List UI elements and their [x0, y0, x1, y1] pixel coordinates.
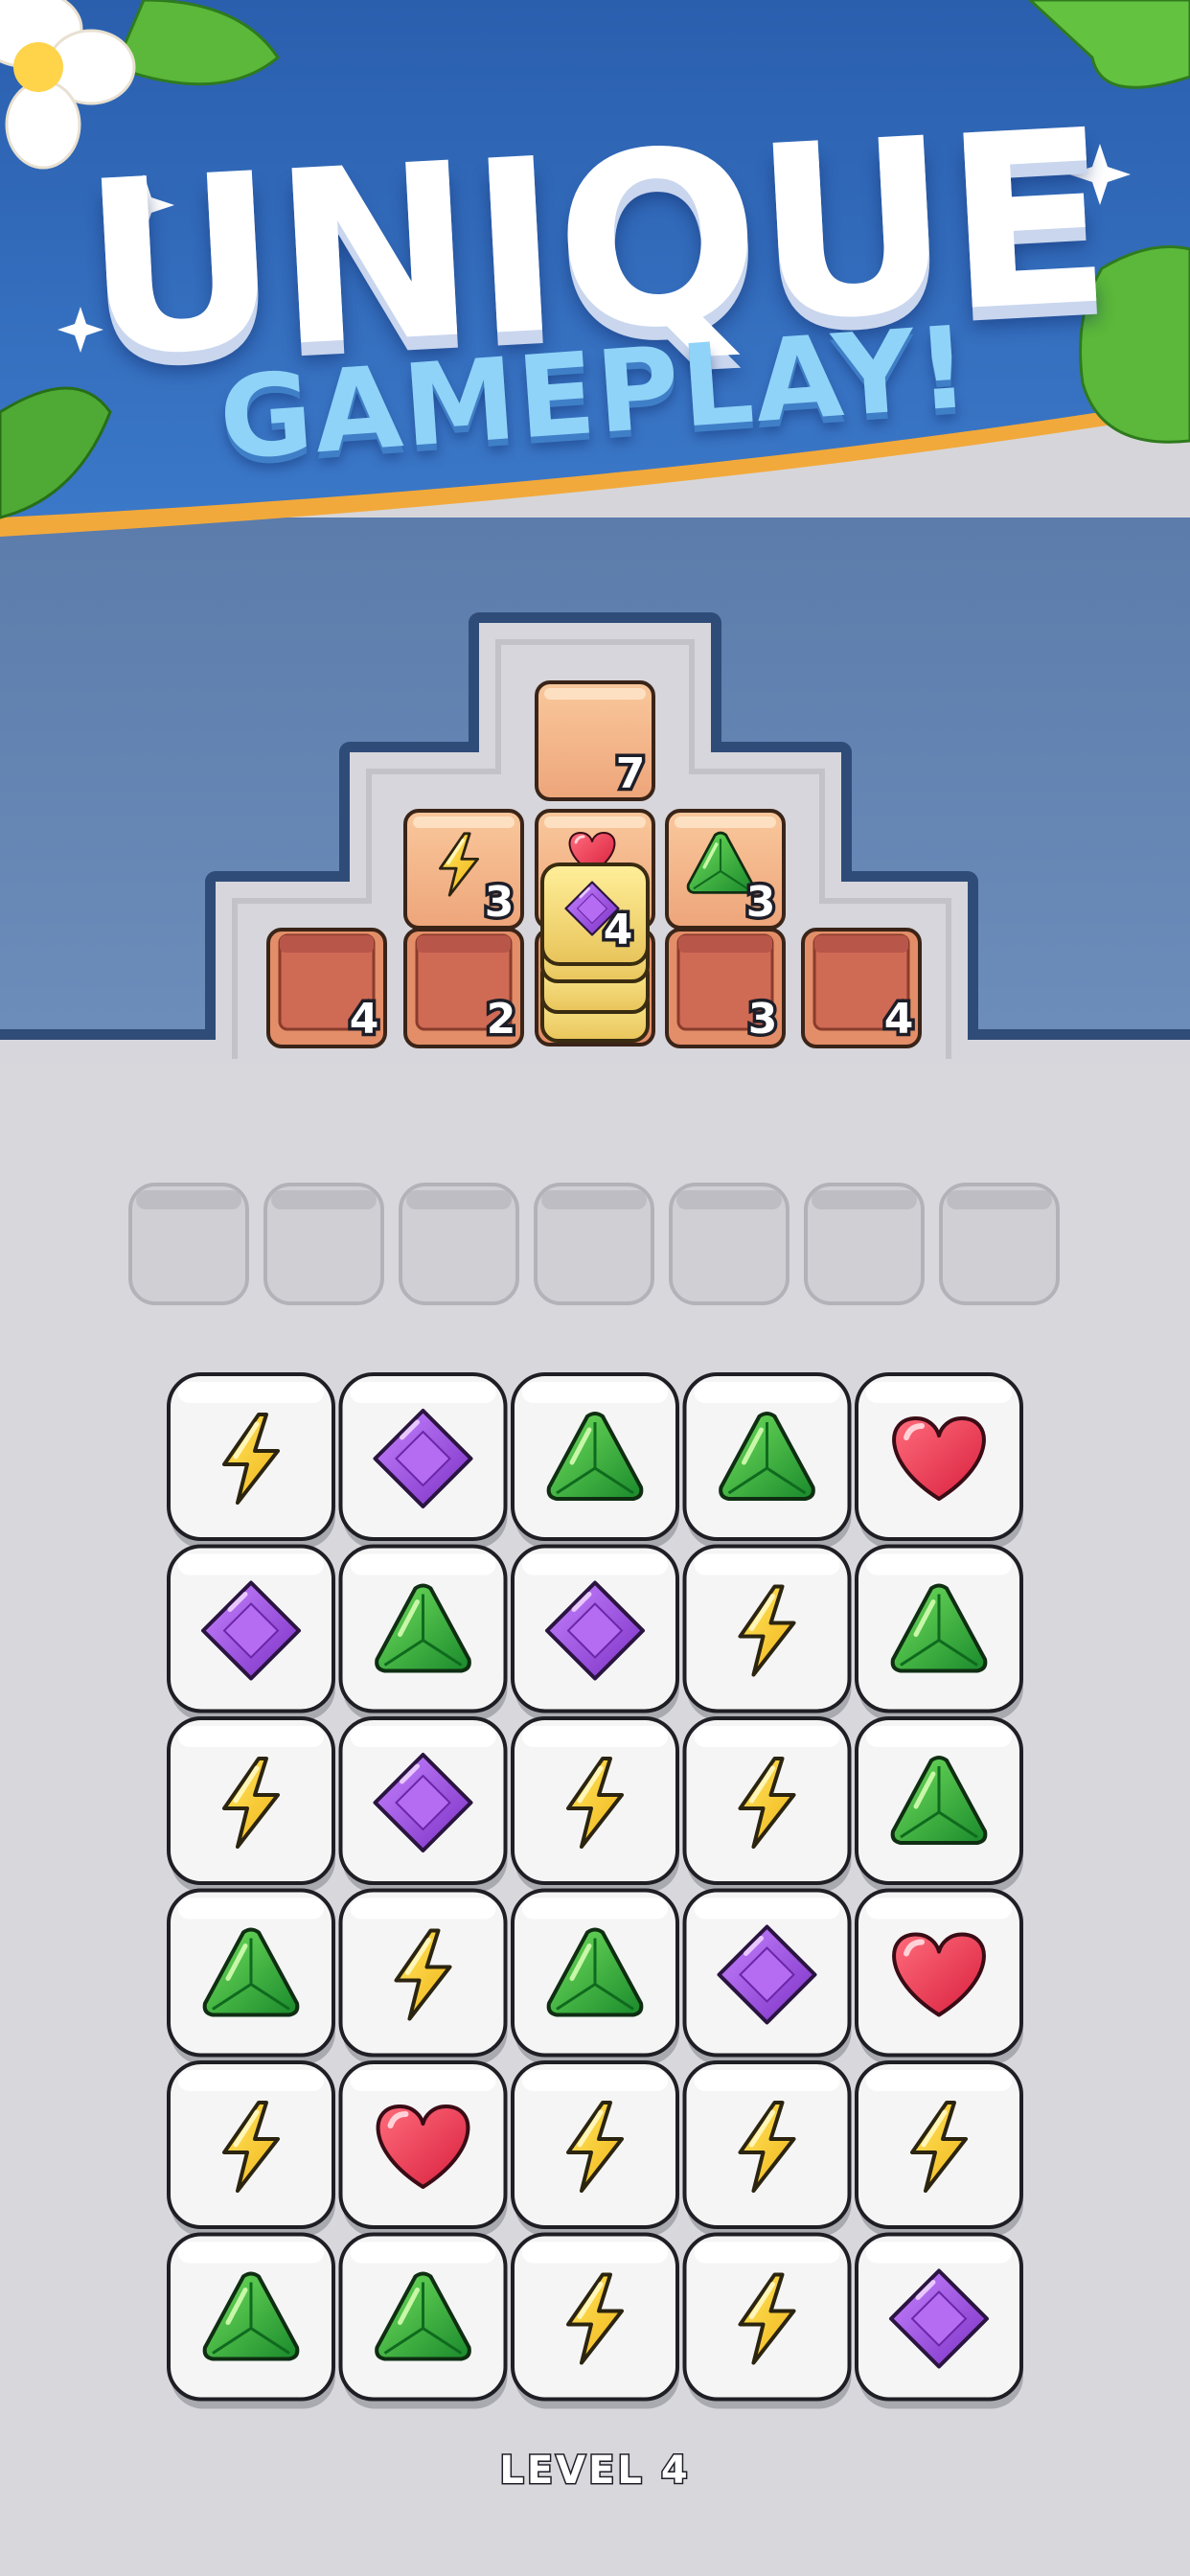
tile-emerald[interactable] — [511, 1372, 679, 1549]
tile-bolt[interactable] — [682, 2060, 852, 2237]
tile-emerald[interactable] — [855, 1544, 1023, 1721]
stack-bottom[interactable]: 2 — [403, 928, 524, 1048]
stack-bottom[interactable]: 4 — [801, 928, 922, 1048]
tile-diamond[interactable] — [511, 1544, 679, 1721]
tile-emerald[interactable] — [338, 1544, 508, 1721]
tile-bolt[interactable] — [167, 2060, 335, 2237]
tile-heart[interactable] — [855, 1888, 1023, 2065]
stack-middle-center[interactable]: 4 — [535, 862, 655, 1046]
stack-count: 3 — [485, 878, 515, 927]
tray-slot-shadow — [136, 1190, 241, 1209]
tray-slot-shadow — [541, 1190, 647, 1209]
tile-heart[interactable] — [855, 1372, 1023, 1549]
tray-slot-shadow — [676, 1190, 782, 1209]
stack-count: 4 — [350, 995, 379, 1044]
tile-bolt[interactable] — [511, 2060, 679, 2237]
stack-bottom[interactable]: 3 — [665, 928, 786, 1048]
tile-emerald[interactable] — [338, 2232, 508, 2409]
tile-bolt[interactable] — [167, 1372, 335, 1549]
stack-bottom[interactable]: 4 — [266, 928, 387, 1048]
tile-bolt[interactable] — [511, 1716, 679, 1893]
tile-heart[interactable] — [338, 2060, 508, 2237]
level-label: LEVEL 4 — [498, 2448, 691, 2495]
stack-middle-left[interactable]: 3 — [403, 809, 524, 931]
tile-emerald[interactable] — [855, 1716, 1023, 1893]
stack-count: 4 — [884, 995, 914, 1044]
tray — [128, 1183, 1060, 1305]
tile-bolt[interactable] — [511, 2232, 679, 2409]
tile-emerald[interactable] — [167, 2232, 335, 2409]
stack-middle-right[interactable]: 3 — [665, 809, 786, 931]
tile-diamond[interactable] — [682, 1888, 852, 2065]
tile-bolt[interactable] — [682, 2232, 852, 2409]
tray-slot-shadow — [812, 1190, 917, 1209]
stack-count: 3 — [748, 995, 778, 1044]
tile-diamond[interactable] — [338, 1716, 508, 1893]
stack-count: 2 — [487, 995, 516, 1044]
stack-count: 3 — [746, 878, 776, 927]
tile-bolt[interactable] — [855, 2060, 1023, 2237]
tray-slot-shadow — [406, 1190, 512, 1209]
stack-count: 4 — [604, 906, 633, 954]
tile-bolt[interactable] — [682, 1716, 852, 1893]
stack-count: 7 — [616, 749, 646, 798]
tile-diamond[interactable] — [167, 1544, 335, 1721]
stack-top[interactable]: 7 — [535, 680, 655, 802]
tray-slot-shadow — [271, 1190, 377, 1209]
tile-bolt[interactable] — [167, 1716, 335, 1893]
tile-diamond[interactable] — [338, 1372, 508, 1549]
tile-bolt[interactable] — [682, 1544, 852, 1721]
tile-emerald[interactable] — [511, 1888, 679, 2065]
tile-emerald[interactable] — [682, 1372, 852, 1549]
tile-emerald[interactable] — [167, 1888, 335, 2065]
tile-board — [167, 1372, 1023, 2409]
tray-slot-shadow — [947, 1190, 1052, 1209]
tile-bolt[interactable] — [338, 1888, 508, 2065]
tile-diamond[interactable] — [855, 2232, 1023, 2409]
